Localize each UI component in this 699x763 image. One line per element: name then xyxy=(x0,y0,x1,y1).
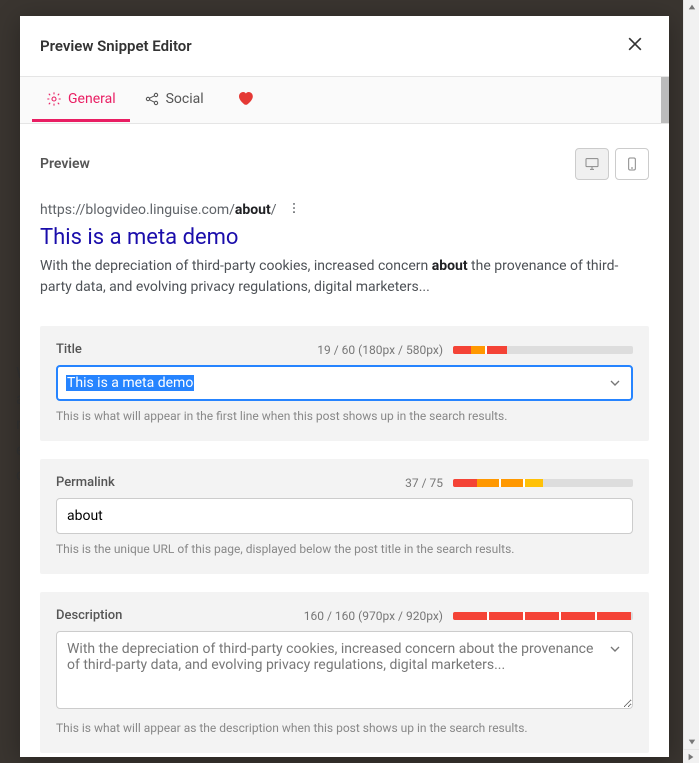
description-card: Description 160 / 160 (970px / 920px) Th… xyxy=(40,592,649,753)
title-help: This is what will appear in the first li… xyxy=(56,409,633,423)
kebab-icon xyxy=(287,201,301,215)
permalink-card: Permalink 37 / 75 This is the unique URL… xyxy=(40,459,649,574)
triangle-down-icon xyxy=(688,738,696,746)
title-input[interactable]: This is a meta demo xyxy=(56,365,633,401)
description-help: This is what will appear as the descript… xyxy=(56,721,633,735)
description-meter-bar xyxy=(453,612,633,620)
title-card: Title 19 / 60 (180px / 580px) This is a … xyxy=(40,326,649,441)
triangle-right-icon xyxy=(687,753,695,761)
serp-url: https://blogvideo.linguise.com/about/ xyxy=(40,202,277,218)
gear-icon xyxy=(46,91,62,107)
description-dropdown[interactable] xyxy=(607,641,623,661)
title-meter-text: 19 / 60 (180px / 580px) xyxy=(317,343,443,357)
scroll-down-arrow[interactable] xyxy=(684,735,699,749)
mobile-preview-button[interactable] xyxy=(615,148,649,180)
close-button[interactable] xyxy=(621,30,649,62)
heart-icon xyxy=(236,89,254,107)
tab-social[interactable]: Social xyxy=(130,79,218,122)
serp-more-button[interactable] xyxy=(287,200,301,219)
permalink-help: This is the unique URL of this page, dis… xyxy=(56,542,633,556)
title-label: Title xyxy=(56,342,82,357)
serp-preview: https://blogvideo.linguise.com/about/ Th… xyxy=(40,200,649,298)
permalink-meter-bar xyxy=(453,479,633,487)
description-input[interactable] xyxy=(56,631,633,709)
permalink-label: Permalink xyxy=(56,475,115,490)
tab-general-label: General xyxy=(68,91,116,107)
serp-description: With the depreciation of third-party coo… xyxy=(40,256,649,298)
scrollbar-corner[interactable] xyxy=(683,749,699,763)
title-dropdown[interactable] xyxy=(607,375,623,395)
description-label: Description xyxy=(56,608,122,623)
tab-scroll-indicator xyxy=(661,77,669,123)
scroll-up-arrow[interactable] xyxy=(684,0,699,14)
share-icon xyxy=(144,91,160,107)
tabs-bar: General Social xyxy=(20,77,669,124)
scrollbar-vertical[interactable] xyxy=(683,0,699,749)
chevron-down-icon xyxy=(607,375,623,391)
preview-label: Preview xyxy=(40,156,90,172)
mobile-icon xyxy=(624,156,640,172)
tab-general[interactable]: General xyxy=(32,79,130,122)
close-icon xyxy=(625,34,645,54)
chevron-down-icon xyxy=(607,641,623,657)
modal-title: Preview Snippet Editor xyxy=(40,37,192,55)
permalink-input[interactable] xyxy=(56,498,633,534)
modal-body: Preview https://blogvideo.linguise.com/a… xyxy=(20,124,669,757)
monitor-icon xyxy=(584,156,600,172)
modal-header: Preview Snippet Editor xyxy=(20,16,669,77)
description-meter-text: 160 / 160 (970px / 920px) xyxy=(304,609,443,623)
permalink-meter-text: 37 / 75 xyxy=(405,476,443,490)
tab-favorite[interactable] xyxy=(226,77,264,123)
triangle-up-icon xyxy=(688,3,696,11)
preview-header-row: Preview xyxy=(40,148,649,180)
desktop-preview-button[interactable] xyxy=(575,148,609,180)
serp-url-row: https://blogvideo.linguise.com/about/ xyxy=(40,200,649,219)
device-toggle xyxy=(575,148,649,180)
title-meter-bar xyxy=(453,346,633,354)
snippet-editor-modal: Preview Snippet Editor General Social Pr… xyxy=(20,16,669,757)
serp-title: This is a meta demo xyxy=(40,225,649,250)
tab-social-label: Social xyxy=(166,91,204,107)
